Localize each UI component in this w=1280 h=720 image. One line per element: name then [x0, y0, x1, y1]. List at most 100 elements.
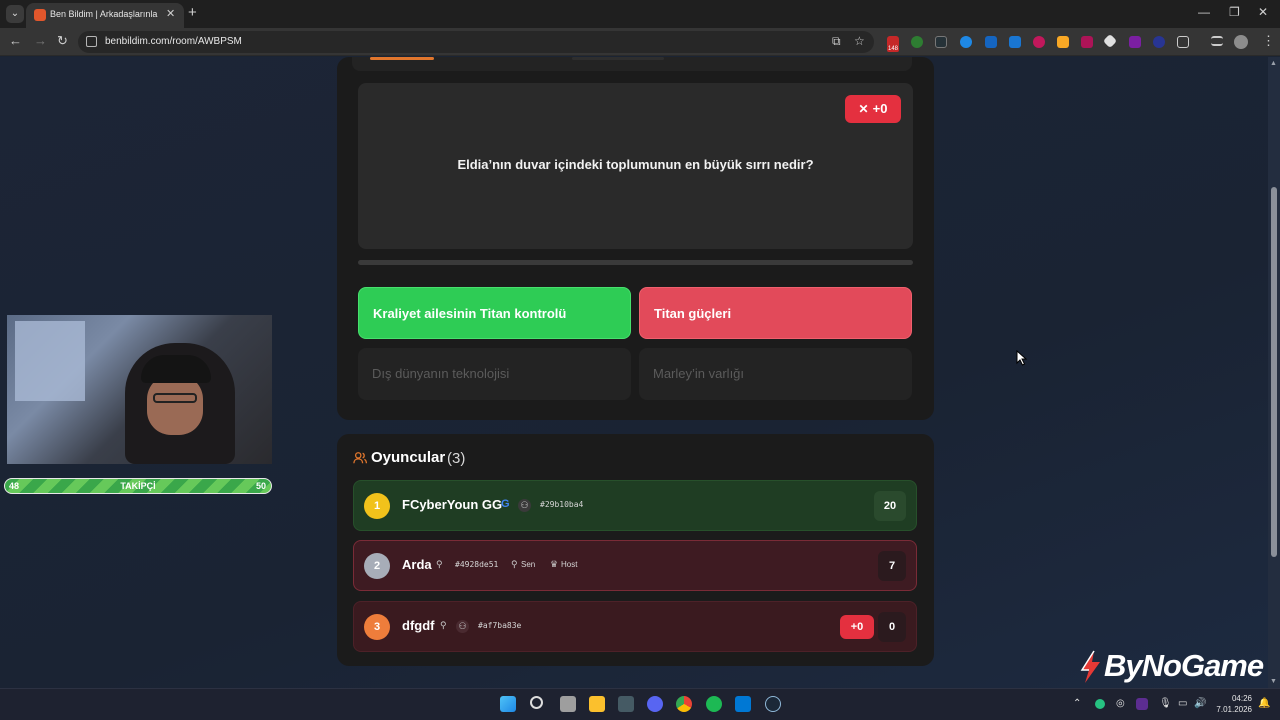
address-bar[interactable]: benbildim.com/room/AWBPSM ⧉ ☆	[78, 31, 874, 53]
player-row: 3 dfgdf ⚲ ⚇ #af7ba83e +0 0	[353, 601, 917, 652]
window-close-icon[interactable]: ✕	[1258, 5, 1268, 19]
extension-shield-icon[interactable]	[1033, 36, 1045, 48]
chrome-icon[interactable]	[676, 696, 692, 712]
scrollbar-thumb[interactable]	[1271, 187, 1277, 557]
close-icon[interactable]: ✕	[166, 7, 175, 20]
points-badge: ✕ +0	[845, 95, 901, 123]
accent-bar	[370, 57, 434, 60]
tab-title: Ben Bildim | Arkadaşlarınla Onli	[50, 9, 160, 19]
you-tag: Sen	[521, 560, 536, 569]
answer-option-3[interactable]: Dış dünyanın teknolojisi	[358, 348, 631, 400]
answer-option-2[interactable]: Titan güçleri	[639, 287, 912, 339]
notification-icon[interactable]: 🔔	[1258, 698, 1270, 709]
mouse-cursor-icon	[1016, 350, 1028, 366]
windows-taskbar	[0, 688, 1280, 720]
spotify-icon[interactable]	[706, 696, 722, 712]
host-tag: Host	[561, 560, 578, 569]
tray-status-icon[interactable]	[1095, 699, 1105, 709]
player-name: dfgdf	[402, 618, 435, 633]
webcam-hat	[141, 355, 211, 383]
player-id: #af7ba83e	[478, 621, 522, 630]
extension-pink-icon[interactable]	[1081, 36, 1093, 48]
minimize-icon[interactable]: —	[1198, 5, 1210, 19]
player-name: FCyberYoun GG	[402, 497, 503, 512]
extension-navy-icon[interactable]	[1153, 36, 1165, 48]
translate-icon[interactable]	[1009, 36, 1021, 48]
brand-watermark: ByNoGame	[1104, 648, 1264, 683]
webcam-face	[147, 375, 203, 435]
extension-wave-icon[interactable]	[985, 36, 997, 48]
discord-icon[interactable]	[647, 696, 663, 712]
score-delta-badge: +0	[840, 615, 874, 639]
vscode-icon[interactable]	[735, 696, 751, 712]
network-icon[interactable]: ▭	[1178, 698, 1187, 709]
player-id: #29b10ba4	[540, 500, 584, 509]
follower-goal-end: 50	[256, 481, 267, 491]
webcam-window-light	[15, 321, 85, 401]
windows-start-icon[interactable]	[500, 696, 516, 712]
star-icon[interactable]: ☆	[854, 34, 865, 48]
status-pill-remnant	[572, 57, 664, 60]
back-icon[interactable]: ←	[9, 33, 22, 48]
steam-icon[interactable]	[765, 696, 781, 712]
search-icon[interactable]	[530, 696, 543, 709]
scroll-up-icon[interactable]: ▲	[1270, 60, 1277, 67]
browser-tab[interactable]: Ben Bildim | Arkadaşlarınla Onli ✕	[26, 3, 184, 28]
rank-badge: 3	[364, 614, 390, 640]
new-tab-icon[interactable]: +	[188, 4, 197, 21]
clock-time: 04:26	[1231, 694, 1252, 703]
file-explorer-icon[interactable]	[589, 696, 605, 712]
add-friend-icon[interactable]: ⚇	[456, 620, 469, 633]
extension-new-icon[interactable]	[935, 36, 947, 48]
extension-yellow-icon[interactable]	[1057, 36, 1069, 48]
players-count: (3)	[447, 450, 466, 467]
extension-green-icon[interactable]	[911, 36, 923, 48]
store-icon[interactable]	[618, 696, 634, 712]
tray-app-icon[interactable]: ◎	[1116, 698, 1125, 709]
webcam-overlay	[7, 315, 272, 464]
google-icon: G	[501, 498, 510, 510]
points-badge-text: +0	[872, 101, 888, 116]
scroll-down-icon[interactable]: ▼	[1270, 678, 1277, 685]
taskbar-clock[interactable]: 04:26 7.01.2026	[1212, 693, 1252, 715]
timer-bar	[358, 260, 913, 265]
site-favicon-icon	[34, 9, 46, 21]
player-row: 1 FCyberYoun GG G ⚇ #29b10ba4 20	[353, 480, 917, 531]
x-icon: ✕	[858, 102, 869, 116]
player-id: #4928de51	[455, 560, 499, 569]
onenote-icon[interactable]	[1136, 698, 1148, 710]
rank-badge: 2	[364, 553, 390, 579]
players-title: Oyuncular	[371, 449, 446, 466]
extension-purple-icon[interactable]	[1129, 36, 1141, 48]
answer-option-4[interactable]: Marley’in varlığı	[639, 348, 912, 400]
forward-icon[interactable]: →	[34, 33, 47, 48]
browser-tab-strip: ⌄ Ben Bildim | Arkadaşlarınla Onli ✕ + —…	[0, 0, 1280, 28]
menu-icon[interactable]: ⋮	[1262, 33, 1275, 49]
profile-icon[interactable]	[1234, 35, 1248, 49]
extension-badge: 148	[887, 46, 900, 52]
tray-chevron-icon[interactable]: ⌃	[1073, 698, 1081, 709]
player-score: 20	[874, 491, 906, 521]
rank-badge: 1	[364, 493, 390, 519]
reload-icon[interactable]: ↻	[57, 33, 68, 49]
task-view-icon[interactable]	[560, 696, 576, 712]
follower-goal-label: TAKİPÇİ	[120, 481, 156, 491]
url-text: benbildim.com/room/AWBPSM	[105, 36, 242, 47]
install-icon[interactable]: ⧉	[832, 34, 841, 49]
maximize-icon[interactable]: ❐	[1229, 5, 1240, 19]
bynogame-logo-icon	[1080, 650, 1100, 683]
microphone-icon[interactable]: 🎙	[1159, 698, 1172, 709]
tab-search-icon[interactable]: ⌄	[6, 5, 24, 23]
extensions-icon[interactable]	[1177, 36, 1189, 48]
extension-blue-icon[interactable]	[960, 36, 972, 48]
reading-list-icon[interactable]	[1211, 36, 1223, 46]
answer-option-1[interactable]: Kraliyet ailesinin Titan kontrolü	[358, 287, 631, 339]
site-info-icon[interactable]	[86, 36, 97, 47]
user-icon: ⚲	[511, 559, 518, 569]
add-friend-icon[interactable]: ⚇	[518, 499, 531, 512]
volume-icon[interactable]: 🔊	[1194, 698, 1206, 709]
crown-icon: ♛	[550, 559, 559, 569]
player-score: 0	[878, 612, 906, 642]
users-icon	[353, 452, 367, 464]
clock-date: 7.01.2026	[1216, 705, 1252, 714]
